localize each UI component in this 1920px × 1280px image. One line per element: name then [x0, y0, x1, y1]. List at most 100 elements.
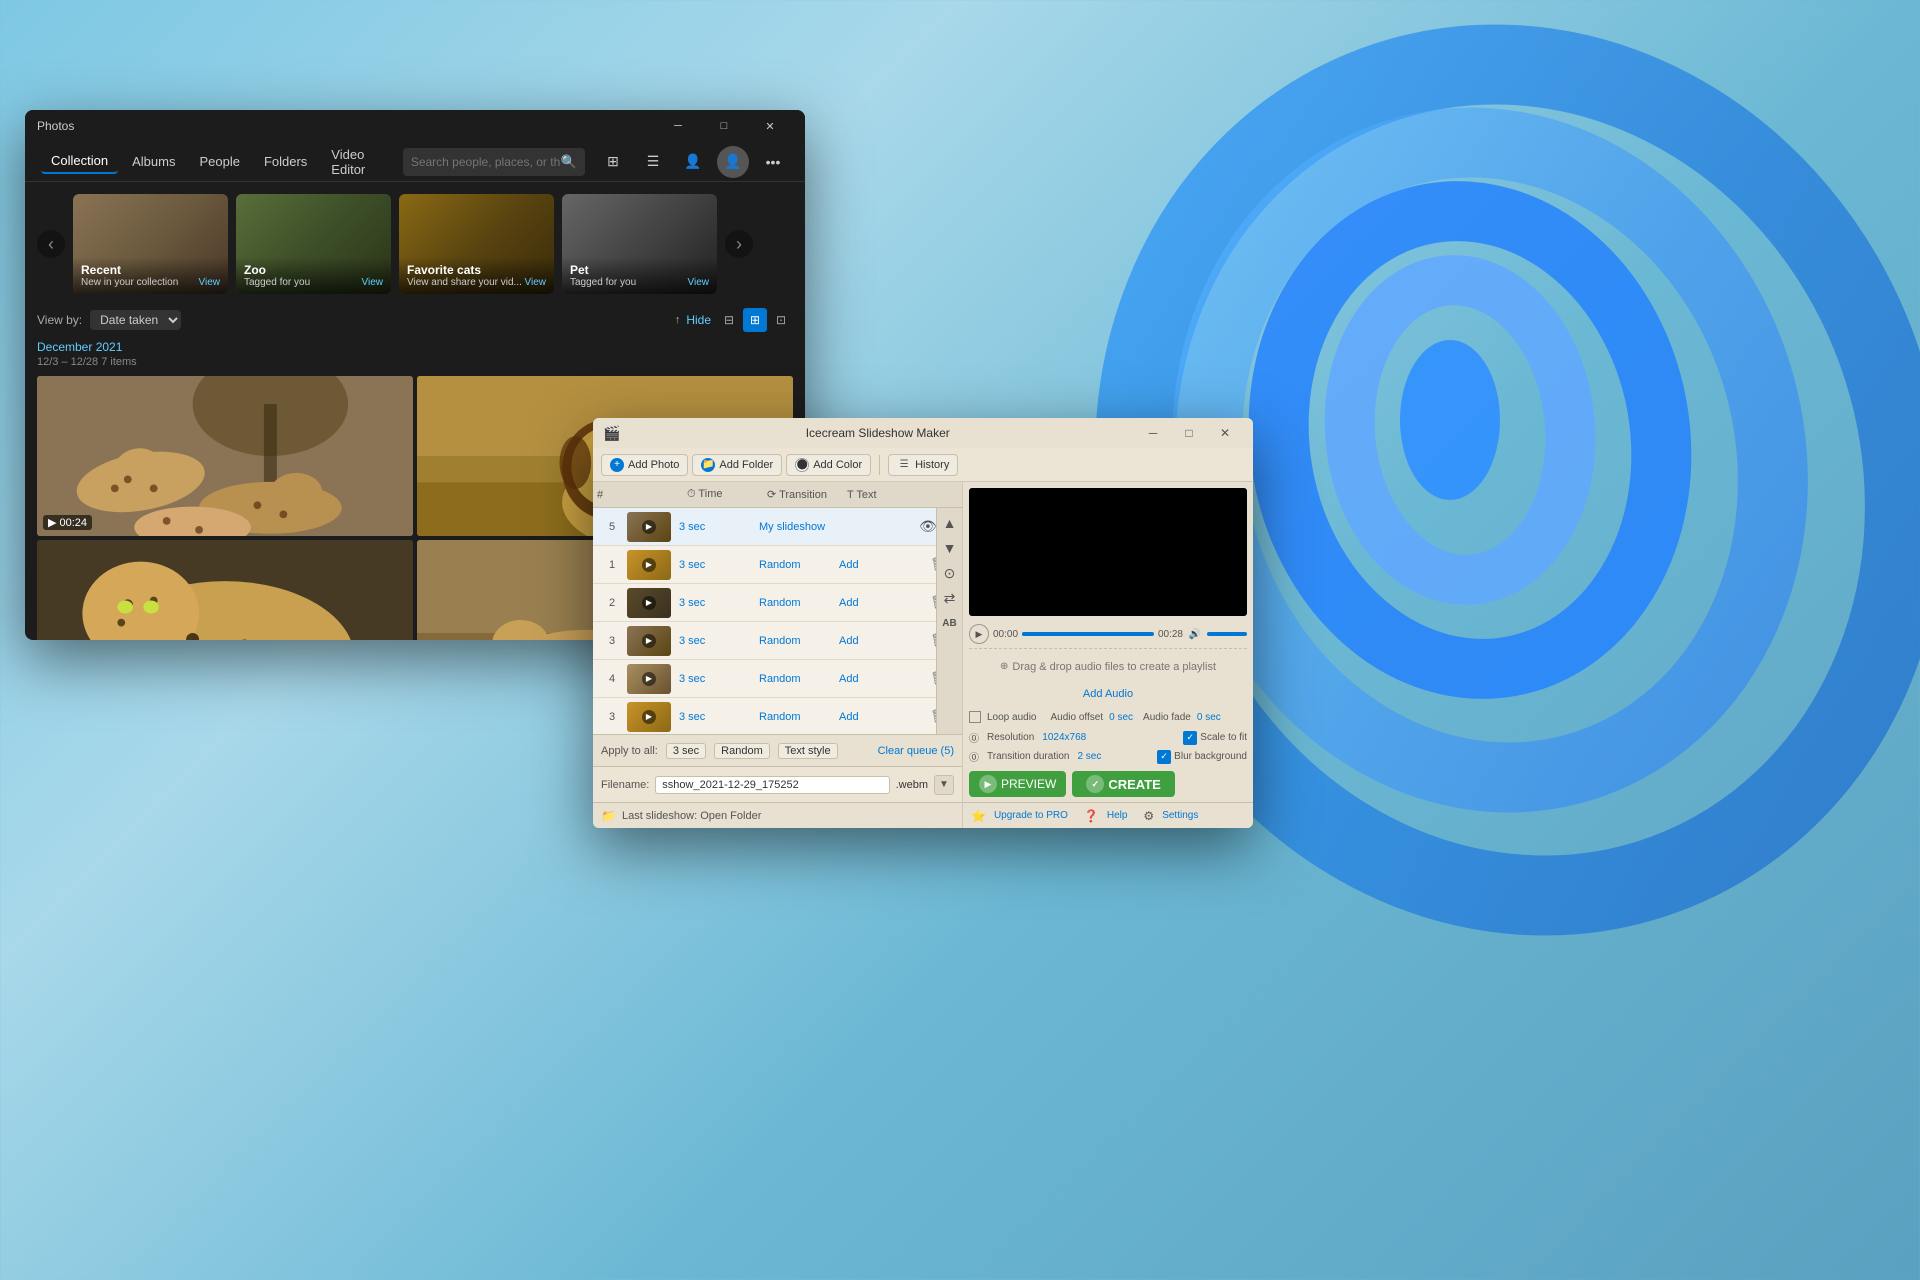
hide-button[interactable]: Hide — [686, 313, 711, 327]
apply-text-value[interactable]: Text style — [778, 743, 838, 759]
grid-view-icon[interactable]: ⊞ — [743, 308, 767, 332]
album-pet-title: Pet — [570, 263, 709, 277]
album-pet-view[interactable]: View — [688, 277, 710, 288]
filename-ext-dropdown[interactable]: ▼ — [934, 775, 954, 795]
list-view-icon[interactable]: ⊟ — [717, 308, 741, 332]
table-row[interactable]: 2 ▶ 3 sec Random Add 🗑 — [593, 584, 936, 622]
audio-volume-icon[interactable]: 🔊 — [1187, 626, 1203, 642]
table-row[interactable]: 3 ▶ 3 sec Random Add 🗑 — [593, 622, 936, 660]
albums-prev-arrow[interactable]: ‹ — [37, 230, 65, 258]
album-zoo-view[interactable]: View — [362, 277, 384, 288]
row-delete-2[interactable]: 🗑 — [919, 594, 936, 611]
row-text-4[interactable]: Add — [839, 673, 919, 685]
ss-minimize-button[interactable]: ─ — [1135, 418, 1171, 448]
row-trans-1[interactable]: Random — [759, 559, 839, 571]
last-slideshow-text[interactable]: Last slideshow: Open Folder — [622, 810, 761, 822]
audio-offset-val[interactable]: 0 sec — [1109, 712, 1133, 723]
row-eye-5[interactable]: 👁 — [919, 518, 936, 535]
album-card-cats[interactable]: Favorite cats View and share your vid...… — [399, 194, 554, 294]
album-card-zoo[interactable]: Zoo Tagged for you View — [236, 194, 391, 294]
photos-maximize-button[interactable]: □ — [701, 110, 747, 142]
transition-dur-value[interactable]: 2 sec — [1077, 751, 1101, 762]
ss-close-button[interactable]: ✕ — [1207, 418, 1243, 448]
nav-collection[interactable]: Collection — [41, 149, 118, 174]
resolution-value[interactable]: 1024x768 — [1042, 732, 1086, 743]
create-button[interactable]: ✓ CREATE — [1072, 771, 1174, 797]
nav-folders[interactable]: Folders — [254, 150, 317, 173]
filename-input[interactable] — [655, 776, 889, 794]
add-audio-link[interactable]: Add Audio — [1083, 688, 1133, 700]
swap-button[interactable]: ⇄ — [939, 587, 961, 609]
details-view-icon[interactable]: ⊡ — [769, 308, 793, 332]
photos-nav: Collection Albums People Folders Video E… — [25, 142, 805, 182]
apply-time-value[interactable]: 3 sec — [666, 743, 706, 759]
copy-button[interactable]: ⊙ — [939, 562, 961, 584]
ab-button[interactable]: AB — [939, 612, 961, 634]
audio-play-button[interactable]: ▶ — [969, 624, 989, 644]
table-row[interactable]: 4 ▶ 3 sec Random Add 🗑 — [593, 660, 936, 698]
blur-bg-checkbox[interactable]: ✓ — [1157, 750, 1171, 764]
row-trans-4[interactable]: Random — [759, 673, 839, 685]
row-delete-1[interactable]: 🗑 — [919, 556, 936, 573]
album-cats-view[interactable]: View — [525, 277, 547, 288]
table-row[interactable]: 1 ▶ 3 sec Random Add 🗑 — [593, 546, 936, 584]
search-input[interactable] — [411, 155, 561, 169]
row-delete-3[interactable]: 🗑 — [919, 632, 936, 649]
preview-button[interactable]: ▶ PREVIEW — [969, 771, 1066, 797]
row-time-3b[interactable]: 3 sec — [679, 711, 759, 723]
clear-queue-button[interactable]: Clear queue (5) — [878, 745, 954, 757]
thumb-play-3b: ▶ — [642, 710, 656, 724]
nav-albums[interactable]: Albums — [122, 150, 185, 173]
row-time-3[interactable]: 3 sec — [679, 635, 759, 647]
row-trans-3b[interactable]: Random — [759, 711, 839, 723]
nav-video-editor[interactable]: Video Editor — [321, 143, 399, 181]
row-time-5[interactable]: 3 sec — [679, 521, 759, 533]
row-text-3b[interactable]: Add — [839, 711, 919, 723]
album-card-pet[interactable]: Pet Tagged for you View — [562, 194, 717, 294]
audio-volume-bar[interactable] — [1207, 632, 1247, 636]
audio-fade-val[interactable]: 0 sec — [1197, 712, 1221, 723]
row-text-1[interactable]: Add — [839, 559, 919, 571]
table-row[interactable]: 3 ▶ 3 sec Random Add 🗑 — [593, 698, 936, 734]
sync-icon[interactable]: ⊞ — [597, 146, 629, 178]
row-delete-4[interactable]: 🗑 — [919, 670, 936, 687]
filter-icon[interactable]: ☰ — [637, 146, 669, 178]
apply-trans-value[interactable]: Random — [714, 743, 770, 759]
row-delete-3b[interactable]: 🗑 — [919, 708, 936, 725]
row-trans-3[interactable]: Random — [759, 635, 839, 647]
history-button[interactable]: ☰ History — [888, 454, 958, 476]
row-text-3[interactable]: Add — [839, 635, 919, 647]
loop-audio-checkbox[interactable] — [969, 711, 981, 723]
more-icon[interactable]: ••• — [757, 146, 789, 178]
ss-maximize-button[interactable]: □ — [1171, 418, 1207, 448]
add-photo-button[interactable]: + Add Photo — [601, 454, 688, 476]
scale-to-fit-checkbox[interactable]: ✓ — [1183, 731, 1197, 745]
add-color-button[interactable]: ⬤ Add Color — [786, 454, 871, 476]
audio-progress-bar[interactable] — [1022, 632, 1154, 636]
row-text-2[interactable]: Add — [839, 597, 919, 609]
album-card-recent[interactable]: Recent New in your collection View — [73, 194, 228, 294]
move-up-button[interactable]: ▲ — [939, 512, 961, 534]
add-folder-button[interactable]: 📁 Add Folder — [692, 454, 782, 476]
row-time-1[interactable]: 3 sec — [679, 559, 759, 571]
photos-minimize-button[interactable]: ─ — [655, 110, 701, 142]
people-icon[interactable]: 👤 — [677, 146, 709, 178]
photos-close-button[interactable]: ✕ — [747, 110, 793, 142]
photo-cell-cheetah[interactable]: ▶ 00:24 — [37, 376, 413, 536]
toolbar-right: ↑ Hide ⊟ ⊞ ⊡ — [675, 308, 793, 332]
upgrade-link[interactable]: Upgrade to PRO — [994, 810, 1068, 821]
album-recent-view[interactable]: View — [199, 277, 221, 288]
albums-next-arrow[interactable]: › — [725, 230, 753, 258]
table-row[interactable]: 5 ▶ 3 sec My slideshow 👁 — [593, 508, 936, 546]
help-link[interactable]: Help — [1107, 810, 1128, 821]
nav-people[interactable]: People — [189, 150, 249, 173]
row-trans-2[interactable]: Random — [759, 597, 839, 609]
row-time-2[interactable]: 3 sec — [679, 597, 759, 609]
move-down-button[interactable]: ▼ — [939, 537, 961, 559]
account-icon[interactable]: 👤 — [717, 146, 749, 178]
view-by-select[interactable]: Date taken — [90, 310, 181, 330]
photo-cell-leopard[interactable] — [37, 540, 413, 640]
settings-link[interactable]: Settings — [1162, 810, 1198, 821]
row-trans-5[interactable]: My slideshow — [759, 521, 839, 533]
row-time-4[interactable]: 3 sec — [679, 673, 759, 685]
